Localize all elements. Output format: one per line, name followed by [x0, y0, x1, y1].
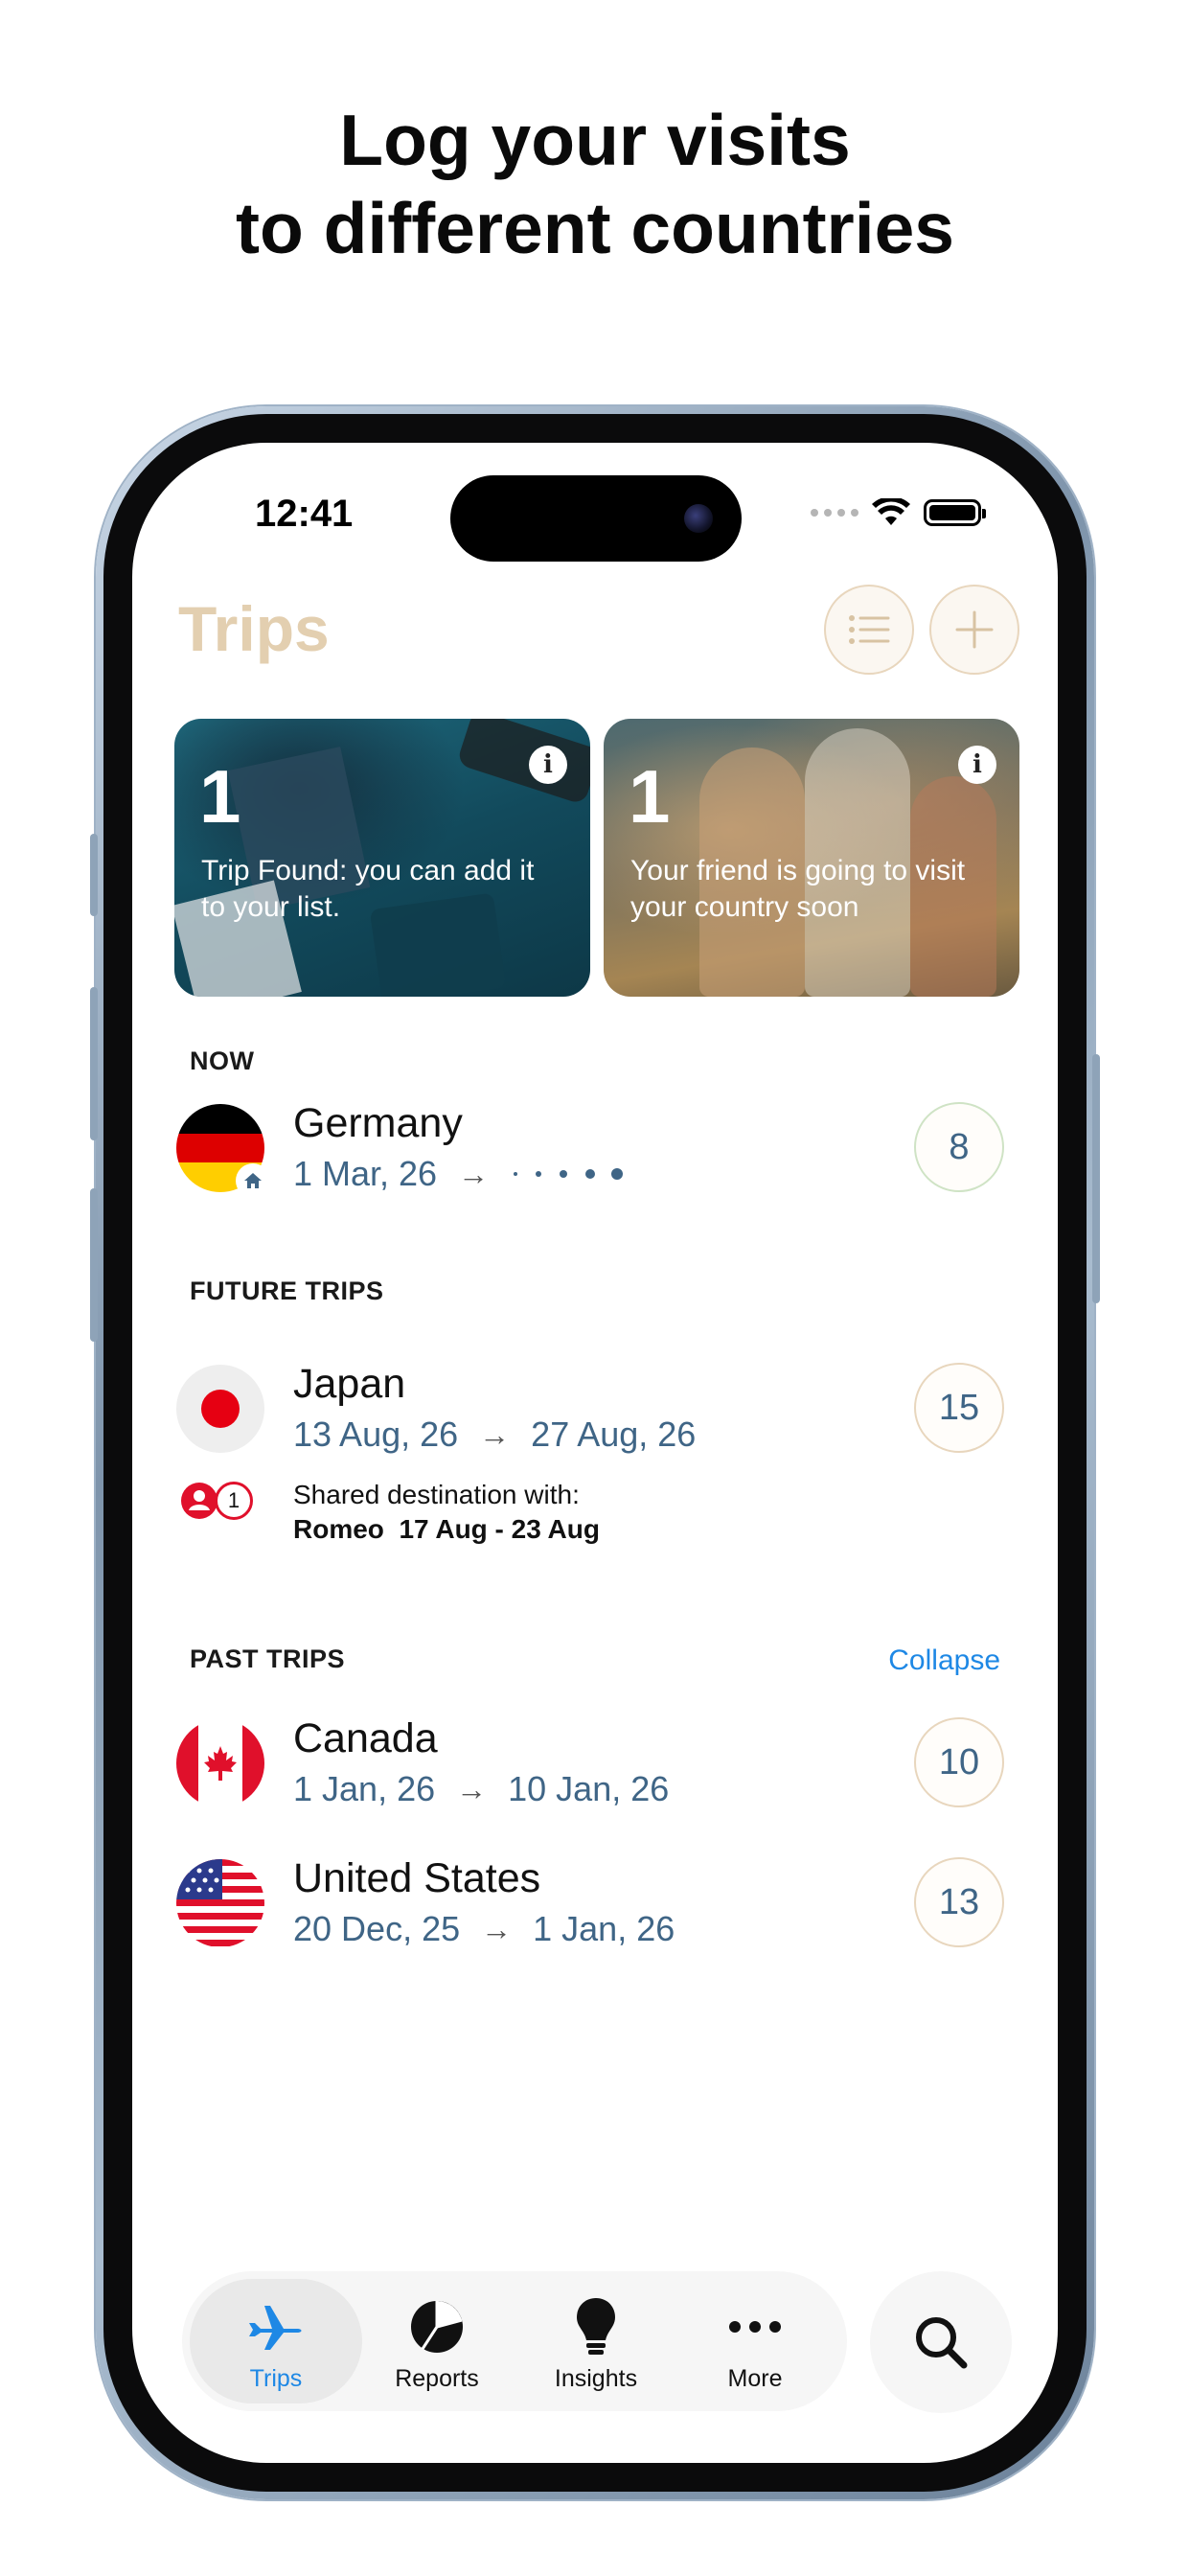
trip-row-canada[interactable]: Canada 1 Jan, 26 → 10 Jan, 26 10: [176, 1715, 1014, 1811]
signal-icon: [811, 509, 858, 517]
section-now-header: NOW: [190, 1046, 255, 1075]
more-icon: [729, 2321, 781, 2333]
friend-visit-count: 1: [629, 754, 671, 839]
country-name: Germany: [293, 1100, 463, 1146]
tab-trips[interactable]: Trips: [190, 2279, 362, 2404]
section-future-header: FUTURE TRIPS: [190, 1276, 384, 1305]
trip-dates: 1 Jan, 26 → 10 Jan, 26: [293, 1769, 669, 1809]
search-icon: [916, 2317, 968, 2369]
battery-icon: [924, 499, 986, 526]
add-trip-button[interactable]: [929, 585, 1019, 675]
shared-label: Shared destination with:: [293, 1480, 580, 1509]
page-title: Trips: [178, 593, 330, 664]
tab-label: Insights: [554, 2365, 638, 2392]
start-date: 1 Mar, 26: [293, 1154, 438, 1193]
status-icons: [811, 498, 986, 527]
plus-icon: [955, 610, 994, 649]
shared-count-badge: 1: [215, 1482, 253, 1520]
trip-row-united-states[interactable]: United States 20 Dec, 25 → 1 Jan, 26 13: [176, 1855, 1014, 1951]
trip-row-japan[interactable]: Japan 13 Aug, 26 → 27 Aug, 26 15: [176, 1361, 1014, 1457]
end-date: 10 Jan, 26: [508, 1769, 670, 1808]
usa-flag-icon: [176, 1859, 264, 1947]
app-screen: 12:41 Trips 1 Trip Found: you can add it…: [132, 443, 1058, 2463]
trip-dates: 1 Mar, 26 →: [293, 1154, 625, 1194]
pie-chart-icon: [411, 2301, 463, 2353]
list-icon: [849, 615, 890, 644]
arrow-right-icon: →: [458, 1156, 490, 1191]
dynamic-island: [450, 475, 742, 562]
person-icon: [181, 1483, 217, 1519]
headline-line-1: Log your visits: [339, 100, 851, 180]
tab-bar: Trips Reports Insights More: [182, 2271, 847, 2411]
collapse-button[interactable]: Collapse: [888, 1644, 1000, 1677]
country-name: Canada: [293, 1715, 438, 1761]
status-time: 12:41: [255, 493, 354, 535]
country-name: United States: [293, 1855, 541, 1901]
tab-reports[interactable]: Reports: [351, 2279, 523, 2404]
friend-visit-card[interactable]: 1 Your friend is going to visit your cou…: [604, 719, 1019, 997]
arrow-right-icon: →: [481, 1911, 513, 1946]
start-date: 20 Dec, 25: [293, 1909, 461, 1948]
trip-days-badge: 15: [914, 1363, 1004, 1453]
info-icon[interactable]: i: [958, 746, 996, 784]
home-icon: [236, 1163, 270, 1198]
tab-more[interactable]: More: [669, 2279, 841, 2404]
trip-found-count: 1: [199, 754, 241, 839]
trip-days-badge: 10: [914, 1717, 1004, 1807]
arrow-right-icon: →: [456, 1771, 488, 1806]
volume-down-button: [90, 1188, 98, 1342]
start-date: 1 Jan, 26: [293, 1769, 436, 1808]
headline: Log your visits to different countries: [0, 96, 1190, 272]
volume-up-button: [90, 987, 98, 1140]
power-button: [1092, 1054, 1100, 1303]
tab-label: Trips: [249, 2365, 303, 2392]
trip-row-germany[interactable]: Germany 1 Mar, 26 → 8: [176, 1100, 1014, 1198]
country-name: Japan: [293, 1361, 406, 1407]
section-past-header: PAST TRIPS: [190, 1644, 346, 1673]
trip-dates: 13 Aug, 26 → 27 Aug, 26: [293, 1414, 696, 1455]
shared-indicator: 1: [180, 1482, 253, 1520]
trip-dates: 20 Dec, 25 → 1 Jan, 26: [293, 1909, 675, 1949]
canada-flag-icon: [176, 1719, 264, 1807]
start-date: 13 Aug, 26: [293, 1414, 459, 1454]
ongoing-dots-icon: [514, 1168, 624, 1180]
action-button: [90, 834, 98, 916]
japan-flag-icon: [176, 1365, 264, 1453]
end-date: 1 Jan, 26: [533, 1909, 675, 1948]
shared-name: Romeo: [293, 1514, 384, 1544]
headline-line-2: to different countries: [235, 188, 955, 268]
friend-visit-text: Your friend is going to visit your count…: [630, 855, 966, 923]
info-icon[interactable]: i: [529, 746, 567, 784]
end-date: 27 Aug, 26: [531, 1414, 697, 1454]
airplane-icon: [249, 2306, 302, 2350]
list-view-button[interactable]: [824, 585, 914, 675]
arrow-right-icon: →: [479, 1416, 511, 1452]
trip-found-text: Trip Found: you can add it to your list.: [201, 855, 535, 923]
trip-days-badge: 13: [914, 1857, 1004, 1947]
lightbulb-icon: [577, 2298, 615, 2355]
tab-insights[interactable]: Insights: [510, 2279, 682, 2404]
tab-label: Reports: [395, 2365, 479, 2392]
shared-destination-info: Shared destination with: Romeo 17 Aug - …: [293, 1478, 600, 1547]
trip-found-card[interactable]: 1 Trip Found: you can add it to your lis…: [174, 719, 590, 997]
trip-days-badge: 8: [914, 1102, 1004, 1192]
shared-dates: 17 Aug - 23 Aug: [399, 1514, 600, 1544]
search-button[interactable]: [870, 2271, 1012, 2413]
tab-label: More: [727, 2365, 783, 2392]
wifi-icon: [872, 498, 910, 525]
